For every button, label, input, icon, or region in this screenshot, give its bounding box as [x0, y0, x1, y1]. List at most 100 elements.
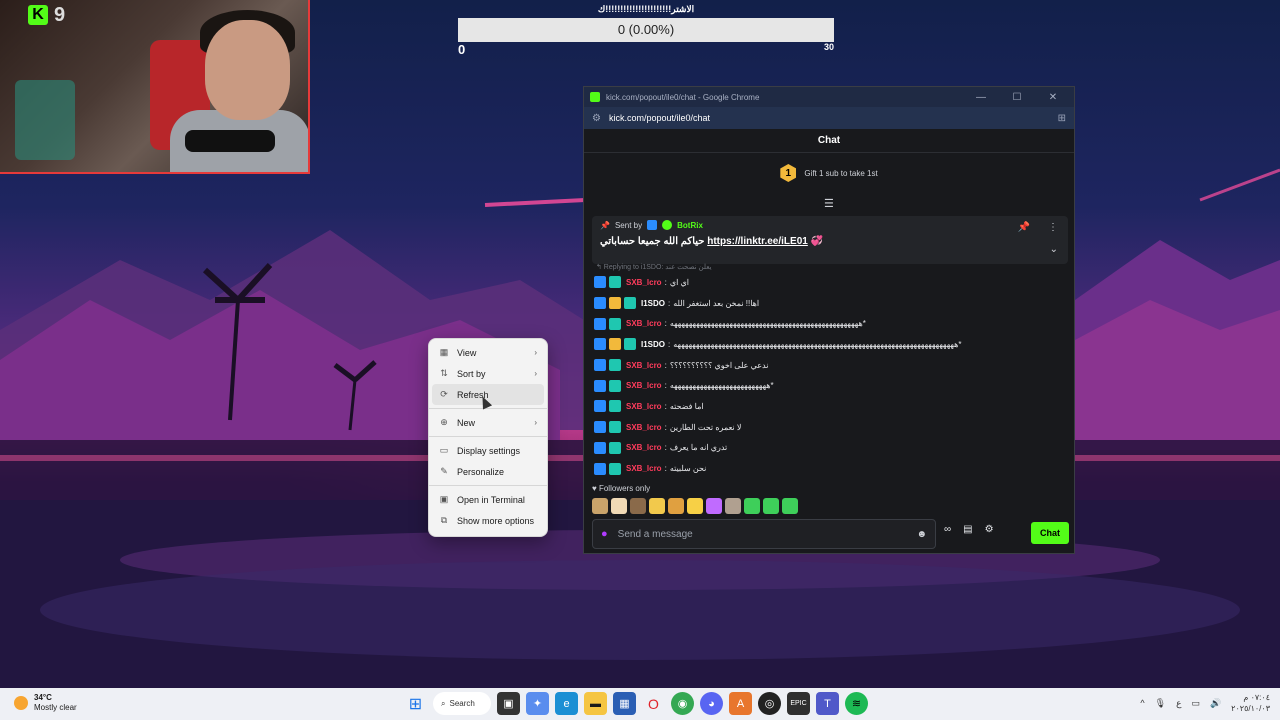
- tray-mic-icon[interactable]: 🎙: [1155, 698, 1166, 709]
- emote-icon[interactable]: [744, 498, 760, 514]
- chat-username[interactable]: SXB_lcro: [626, 278, 662, 287]
- chevron-down-icon[interactable]: ⌄: [1050, 244, 1058, 255]
- taskbar-search[interactable]: ⌕ Search: [433, 692, 491, 715]
- mod-badge-icon[interactable]: [594, 297, 606, 310]
- emote-icon[interactable]: [592, 498, 608, 514]
- desktop-context-menu[interactable]: ▦ View › ⇅ Sort by › ⟳ Refresh ⊕ New › ▭ Display set…: [428, 338, 548, 537]
- mod-badge-icon[interactable]: [594, 379, 606, 392]
- emote-icon[interactable]: [649, 498, 665, 514]
- epic-games-icon[interactable]: EPIC: [787, 692, 810, 715]
- chat-input-box[interactable]: ● ☻: [592, 519, 936, 549]
- sub-badge-icon[interactable]: [609, 276, 621, 289]
- close-button[interactable]: ✕: [1038, 92, 1068, 103]
- quick-emotes[interactable]: [592, 498, 798, 514]
- app-a-icon[interactable]: A: [729, 692, 752, 715]
- crown-badge-icon[interactable]: [609, 338, 621, 351]
- emote-icon[interactable]: [630, 498, 646, 514]
- sub-badge-icon[interactable]: [624, 338, 636, 351]
- discord-icon[interactable]: ◕: [700, 692, 723, 715]
- address-bar[interactable]: ⚙ kick.com/popout/ile0/chat ⊞: [584, 107, 1074, 129]
- mod-badge-icon[interactable]: [594, 276, 606, 289]
- mod-badge-icon[interactable]: [594, 400, 606, 413]
- more-options-icon[interactable]: ⋮: [1048, 222, 1058, 233]
- taskbar-apps[interactable]: ⊞ ⌕ Search ▣ ✦ e ▬ ▦ O ◉ ◕ A ◎ EPIC T ≋: [404, 692, 868, 715]
- url-text[interactable]: kick.com/popout/ile0/chat: [609, 113, 1050, 123]
- tray-overflow-icon[interactable]: ^: [1140, 698, 1144, 708]
- sub-badge-icon[interactable]: [609, 441, 621, 454]
- chat-message-row[interactable]: SXB_lcro: اما فضحته: [594, 396, 1064, 417]
- chat-username[interactable]: SXB_lcro: [626, 443, 662, 452]
- chat-username[interactable]: I1SDO: [641, 299, 665, 308]
- mod-badge-icon[interactable]: [594, 317, 606, 330]
- emoji-picker-icon[interactable]: ☻: [916, 529, 927, 540]
- emote-icon[interactable]: [725, 498, 741, 514]
- task-view-icon[interactable]: ▣: [497, 692, 520, 715]
- chat-username[interactable]: SXB_lcro: [626, 381, 662, 390]
- sub-badge-icon[interactable]: [609, 359, 621, 372]
- pinned-link[interactable]: https://linktr.ee/iLE01: [707, 236, 808, 247]
- chat-message-list[interactable]: SXB_lcro: اي اي I1SDO: اها!! نمخن بعد است…: [594, 272, 1064, 479]
- chat-username[interactable]: SXB_lcro: [626, 402, 662, 411]
- maximize-button[interactable]: ☐: [1002, 92, 1032, 103]
- menu-item-show-more-options[interactable]: ⧉ Show more options: [429, 510, 547, 531]
- crown-badge-icon[interactable]: [609, 297, 621, 310]
- file-explorer-icon[interactable]: ▬: [584, 692, 607, 715]
- sub-badge-icon[interactable]: [609, 421, 621, 434]
- chat-message-row[interactable]: I1SDO: ههههههههههههههههههههههههههههههههه…: [594, 334, 1064, 355]
- chat-message-row[interactable]: SXB_lcro: ههههههههههههههههههههههههههه*: [594, 375, 1064, 396]
- store-icon[interactable]: ▤: [963, 524, 972, 535]
- menu-item-personalize[interactable]: ✎ Personalize: [429, 461, 547, 482]
- windows-taskbar[interactable]: 34°C Mostly clear ⊞ ⌕ Search ▣ ✦ e ▬ ▦ O…: [0, 688, 1280, 720]
- weather-widget[interactable]: 34°C Mostly clear: [14, 693, 77, 713]
- emote-icon[interactable]: [782, 498, 798, 514]
- chat-message-row[interactable]: SXB_lcro: نحن سلبيته: [594, 458, 1064, 479]
- menu-item-sort-by[interactable]: ⇅ Sort by ›: [429, 363, 547, 384]
- sub-badge-icon[interactable]: [609, 317, 621, 330]
- spotify-icon[interactable]: ≋: [845, 692, 868, 715]
- translate-icon[interactable]: ⊞: [1058, 113, 1066, 124]
- unpin-icon[interactable]: 📌: [1018, 222, 1030, 233]
- sub-badge-icon[interactable]: [609, 462, 621, 475]
- emote-icon[interactable]: [687, 498, 703, 514]
- taskbar-clock[interactable]: ٠٧:٠٤ م ٢٠٢٥/١٠/٠٣: [1231, 692, 1270, 714]
- chat-message-row[interactable]: SXB_lcro: تدري انه ما يعرف: [594, 438, 1064, 459]
- windows-start-icon[interactable]: ⊞: [404, 692, 427, 715]
- mod-badge-icon[interactable]: [594, 359, 606, 372]
- volume-icon[interactable]: 🔊: [1210, 698, 1221, 709]
- menu-item-open-in-terminal[interactable]: ▣ Open in Terminal: [429, 489, 547, 510]
- edge-browser-icon[interactable]: e: [555, 692, 578, 715]
- opera-icon[interactable]: O: [642, 692, 665, 715]
- chat-username[interactable]: I1SDO: [641, 340, 665, 349]
- input-language[interactable]: ع: [1176, 698, 1181, 709]
- chat-username[interactable]: SXB_lcro: [626, 464, 662, 473]
- obs-icon[interactable]: ◎: [758, 692, 781, 715]
- emote-icon[interactable]: [668, 498, 684, 514]
- send-chat-button[interactable]: Chat: [1031, 522, 1069, 544]
- chat-message-row[interactable]: SXB_lcro: هههههههههههههههههههههههههههههه…: [594, 313, 1064, 334]
- menu-item-view[interactable]: ▦ View ›: [429, 342, 547, 363]
- pinned-message[interactable]: 📌 Sent by BotRix حياكم الله جميعا حسابات…: [592, 216, 1068, 264]
- chat-message-row[interactable]: SXB_lcro: اي اي: [594, 272, 1064, 293]
- teams-icon[interactable]: T: [816, 692, 839, 715]
- copilot-icon[interactable]: ✦: [526, 692, 549, 715]
- mod-badge-icon[interactable]: [594, 338, 606, 351]
- menu-item-new[interactable]: ⊕ New ›: [429, 412, 547, 433]
- emote-icon[interactable]: [706, 498, 722, 514]
- mod-badge-icon[interactable]: [594, 462, 606, 475]
- chrome-chat-window[interactable]: kick.com/popout/ile0/chat - Google Chrom…: [583, 86, 1075, 554]
- gift-leaderboard[interactable]: 1 Gift 1 sub to take 1st: [584, 153, 1074, 193]
- chat-message-row[interactable]: SXB_lcro: ندعي على اخوي ؟؟؟؟؟؟؟؟؟؟: [594, 355, 1064, 376]
- chat-message-input[interactable]: [617, 528, 907, 540]
- sub-badge-icon[interactable]: [624, 297, 636, 310]
- pinned-sender[interactable]: BotRix: [677, 221, 703, 230]
- window-titlebar[interactable]: kick.com/popout/ile0/chat - Google Chrom…: [584, 87, 1074, 107]
- chat-username[interactable]: SXB_lcro: [626, 361, 662, 370]
- system-tray[interactable]: ^ 🎙 ع ▭ 🔊 ٠٧:٠٤ م ٢٠٢٥/١٠/٠٣: [1140, 692, 1270, 714]
- chat-message-row[interactable]: I1SDO: اها!! نمخن بعد استغفر الله: [594, 293, 1064, 314]
- mod-badge-icon[interactable]: [594, 421, 606, 434]
- sub-badge-icon[interactable]: [609, 400, 621, 413]
- chrome-icon[interactable]: ◉: [671, 692, 694, 715]
- chat-tools[interactable]: ∞ ▤ ⚙: [944, 524, 994, 535]
- sub-badge-icon[interactable]: [609, 379, 621, 392]
- site-info-icon[interactable]: ⚙: [592, 113, 601, 124]
